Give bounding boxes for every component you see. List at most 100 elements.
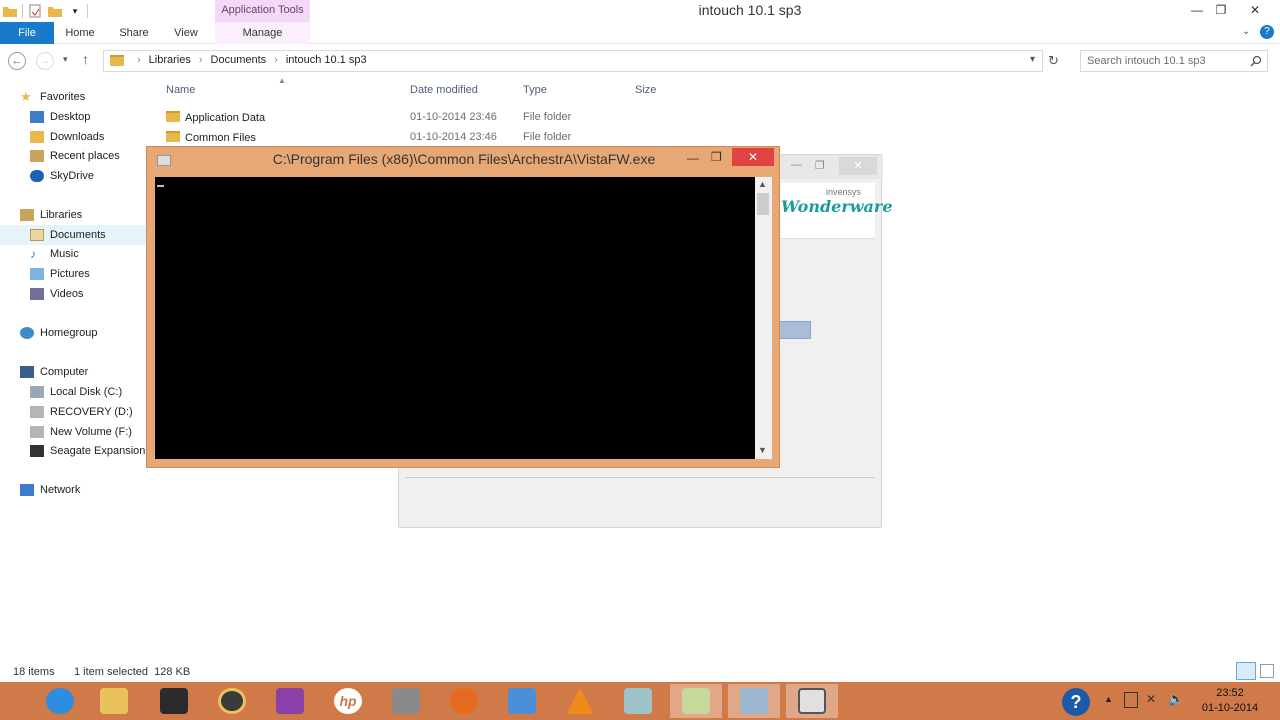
console-window[interactable]: C:\Program Files (x86)\Common Files\Arch… <box>146 146 780 468</box>
taskbar-presentation-icon[interactable] <box>264 684 316 718</box>
scroll-up-icon[interactable]: ▲ <box>758 179 767 189</box>
close-button[interactable]: ✕ <box>1237 0 1273 20</box>
breadcrumb-documents[interactable]: Documents <box>211 54 267 66</box>
console-maximize-button[interactable]: ❐ <box>711 150 722 164</box>
installer-maximize-button[interactable]: ❐ <box>815 159 825 172</box>
tab-home[interactable]: Home <box>56 22 104 44</box>
nav-recovery[interactable]: RECOVERY (D:) <box>0 402 146 422</box>
taskbar-installer-icon[interactable] <box>670 684 722 718</box>
nav-new-volume[interactable]: New Volume (F:) <box>0 422 146 442</box>
ribbon-tabs: File Home Share View Manage ⌄ ? <box>0 22 1280 44</box>
taskbar-ie-icon[interactable] <box>34 684 86 718</box>
file-row[interactable]: Common Files 01-10-2014 23:46 File folde… <box>160 128 700 148</box>
nav-computer[interactable]: Computer <box>0 362 146 382</box>
nav-pictures[interactable]: Pictures <box>0 264 146 284</box>
console-close-button[interactable]: ✕ <box>732 148 774 166</box>
breadcrumb-separator-icon: › <box>137 54 141 66</box>
installer-banner: invensys Wonderware <box>779 183 893 239</box>
taskbar-explorer-icon[interactable] <box>88 684 140 718</box>
taskbar-firewall-icon[interactable] <box>380 684 432 718</box>
external-drive-icon <box>30 445 44 457</box>
tab-view[interactable]: View <box>163 22 209 44</box>
installer-footer <box>405 477 875 523</box>
column-header-size[interactable]: Size <box>635 84 656 96</box>
show-hidden-icons-icon[interactable]: ▲ <box>1104 694 1113 704</box>
window-title: intouch 10.1 sp3 <box>698 2 802 18</box>
large-icons-view-icon[interactable] <box>1260 664 1274 678</box>
address-bar[interactable]: › Libraries › Documents › intouch 10.1 s… <box>103 50 1043 72</box>
taskbar-firefox-icon[interactable] <box>438 684 490 718</box>
nav-homegroup[interactable]: Homegroup <box>0 323 146 343</box>
console-minimize-button[interactable]: — <box>687 151 699 165</box>
taskbar-app-icon[interactable] <box>148 684 200 718</box>
nav-music[interactable]: ♪ Music <box>0 244 146 264</box>
refresh-icon[interactable]: ↻ <box>1048 53 1059 69</box>
console-scrollbar[interactable]: ▲ ▼ <box>755 177 772 459</box>
nav-label: Homegroup <box>40 327 98 339</box>
clock-date: 01-10-2014 <box>1201 702 1259 714</box>
file-name: Common Files <box>185 132 256 144</box>
music-icon: ♪ <box>30 247 36 261</box>
taskbar-vlc-icon[interactable] <box>554 684 606 718</box>
documents-icon <box>30 229 44 241</box>
nav-skydrive[interactable]: SkyDrive <box>0 166 146 186</box>
new-folder-icon[interactable] <box>47 3 63 19</box>
nav-network[interactable]: Network <box>0 480 146 500</box>
nav-label: Downloads <box>50 131 105 143</box>
address-dropdown-icon[interactable]: ▾ <box>1030 54 1035 65</box>
search-icon[interactable] <box>1250 55 1262 67</box>
column-header-type[interactable]: Type <box>523 84 547 96</box>
forward-button[interactable]: → <box>36 52 54 70</box>
breadcrumb-libraries[interactable]: Libraries <box>149 54 191 66</box>
column-header-date[interactable]: Date modified <box>410 84 478 96</box>
nav-videos[interactable]: Videos <box>0 284 146 304</box>
help-tray-icon[interactable]: ? <box>1062 688 1090 716</box>
taskbar-hp-icon[interactable]: hp <box>322 684 374 718</box>
column-header-name[interactable]: Name <box>166 84 195 96</box>
installer-close-button[interactable]: ✕ <box>839 157 877 175</box>
tab-share[interactable]: Share <box>110 22 158 44</box>
nav-seagate[interactable]: Seagate Expansion D <box>0 441 146 461</box>
nav-recent-places[interactable]: Recent places <box>0 146 146 166</box>
nav-libraries[interactable]: Libraries <box>0 205 146 225</box>
power-tray-icon[interactable] <box>1124 692 1138 708</box>
nav-downloads[interactable]: Downloads <box>0 127 146 147</box>
up-arrow-icon[interactable]: ↑ <box>82 51 89 67</box>
search-input[interactable]: Search intouch 10.1 sp3 <box>1080 50 1268 72</box>
downloads-icon <box>30 131 44 143</box>
help-icon[interactable]: ? <box>1260 25 1274 39</box>
tab-manage[interactable]: Manage <box>215 22 310 44</box>
volume-tray-icon[interactable]: 🔈 <box>1168 691 1184 707</box>
nav-desktop[interactable]: Desktop <box>0 107 146 127</box>
drive-icon <box>30 406 44 418</box>
folder-icon <box>110 54 124 66</box>
properties-icon[interactable] <box>27 3 43 19</box>
scroll-down-icon[interactable]: ▼ <box>758 445 767 455</box>
selection-info: 1 item selected 128 KB <box>74 666 191 678</box>
explorer-title-bar: ▾ Application Tools intouch 10.1 sp3 — ❐… <box>0 0 1280 22</box>
taskbar-network-app-icon[interactable] <box>496 684 548 718</box>
nav-documents[interactable]: Documents <box>0 225 146 245</box>
taskbar-setup-icon[interactable] <box>728 684 780 718</box>
customize-qat-icon[interactable]: ▾ <box>67 3 83 19</box>
back-button[interactable]: ← <box>8 52 26 70</box>
taskbar-notes-icon[interactable] <box>612 684 664 718</box>
nav-favorites[interactable]: ★ Favorites <box>0 87 146 107</box>
taskbar-console-icon[interactable] <box>786 684 838 718</box>
details-view-icon[interactable] <box>1236 662 1256 680</box>
console-output[interactable] <box>155 177 755 459</box>
drive-icon <box>30 426 44 438</box>
tab-file[interactable]: File <box>0 22 54 44</box>
nav-local-disk[interactable]: Local Disk (C:) <box>0 382 146 402</box>
system-clock[interactable]: 23:52 01-10-2014 <box>1196 686 1264 716</box>
clock-time: 23:52 <box>1216 687 1244 699</box>
network-tray-icon[interactable]: ✕ <box>1146 692 1162 708</box>
recent-locations-icon[interactable]: ▾ <box>63 54 68 65</box>
scroll-thumb[interactable] <box>757 193 769 215</box>
installer-minimize-button[interactable]: — <box>791 159 802 171</box>
taskbar-media-icon[interactable] <box>206 684 258 718</box>
breadcrumb-current[interactable]: intouch 10.1 sp3 <box>286 54 367 66</box>
ribbon-expand-icon[interactable]: ⌄ <box>1242 26 1250 37</box>
file-row[interactable]: Application Data 01-10-2014 23:46 File f… <box>160 108 700 128</box>
maximize-button[interactable]: ❐ <box>1207 0 1235 20</box>
